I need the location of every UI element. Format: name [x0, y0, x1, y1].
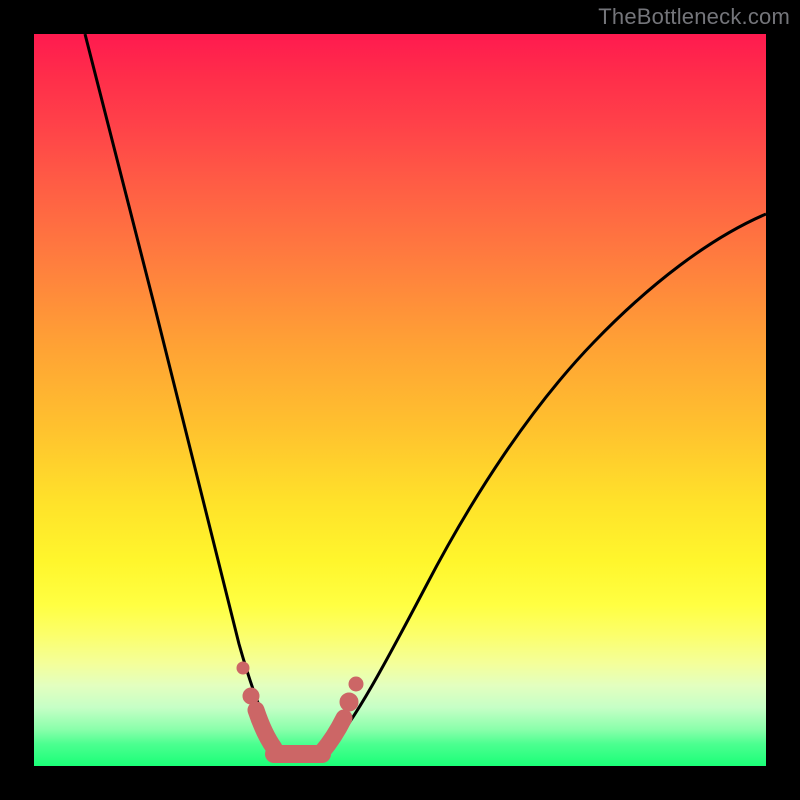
chart-frame: TheBottleneck.com [0, 0, 800, 800]
plot-area [34, 34, 766, 766]
watermark-text: TheBottleneck.com [598, 4, 790, 30]
highlight-trough [237, 662, 363, 754]
curve-layer [34, 34, 766, 766]
bottleneck-curve [85, 34, 766, 761]
